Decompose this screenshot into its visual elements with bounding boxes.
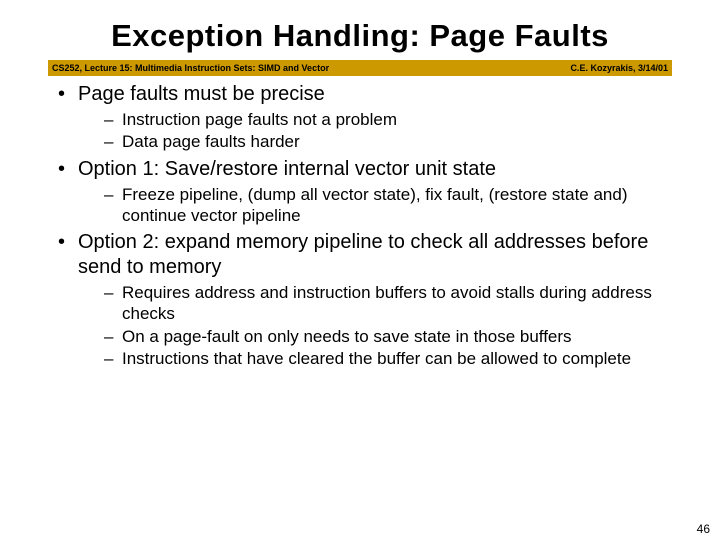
bullet-text: Option 2: expand memory pipeline to chec… xyxy=(78,231,648,278)
sub-list: Requires address and instruction buffers… xyxy=(78,282,680,369)
slide: Exception Handling: Page Faults CS252, L… xyxy=(0,0,720,540)
header-bar: CS252, Lecture 15: Multimedia Instructio… xyxy=(48,60,672,76)
bullet-text: Option 1: Save/restore internal vector u… xyxy=(78,158,496,180)
bullet-item: Page faults must be precise Instruction … xyxy=(62,82,680,153)
sub-item: Instruction page faults not a problem xyxy=(108,109,680,130)
bullet-item: Option 1: Save/restore internal vector u… xyxy=(62,157,680,227)
sub-item: Instructions that have cleared the buffe… xyxy=(108,348,680,369)
sub-item: Freeze pipeline, (dump all vector state)… xyxy=(108,184,680,227)
bar-right: C.E. Kozyrakis, 3/14/01 xyxy=(570,63,668,73)
bar-left: CS252, Lecture 15: Multimedia Instructio… xyxy=(52,63,329,73)
sub-item: On a page-fault on only needs to save st… xyxy=(108,326,680,347)
sub-list: Instruction page faults not a problem Da… xyxy=(78,109,680,153)
page-number: 46 xyxy=(697,522,710,536)
sub-list: Freeze pipeline, (dump all vector state)… xyxy=(78,184,680,227)
content: Page faults must be precise Instruction … xyxy=(0,82,720,369)
slide-title: Exception Handling: Page Faults xyxy=(0,0,720,60)
bullet-item: Option 2: expand memory pipeline to chec… xyxy=(62,230,680,369)
bullet-text: Page faults must be precise xyxy=(78,83,325,105)
sub-item: Requires address and instruction buffers… xyxy=(108,282,680,325)
bullet-list: Page faults must be precise Instruction … xyxy=(40,82,680,369)
sub-item: Data page faults harder xyxy=(108,131,680,152)
